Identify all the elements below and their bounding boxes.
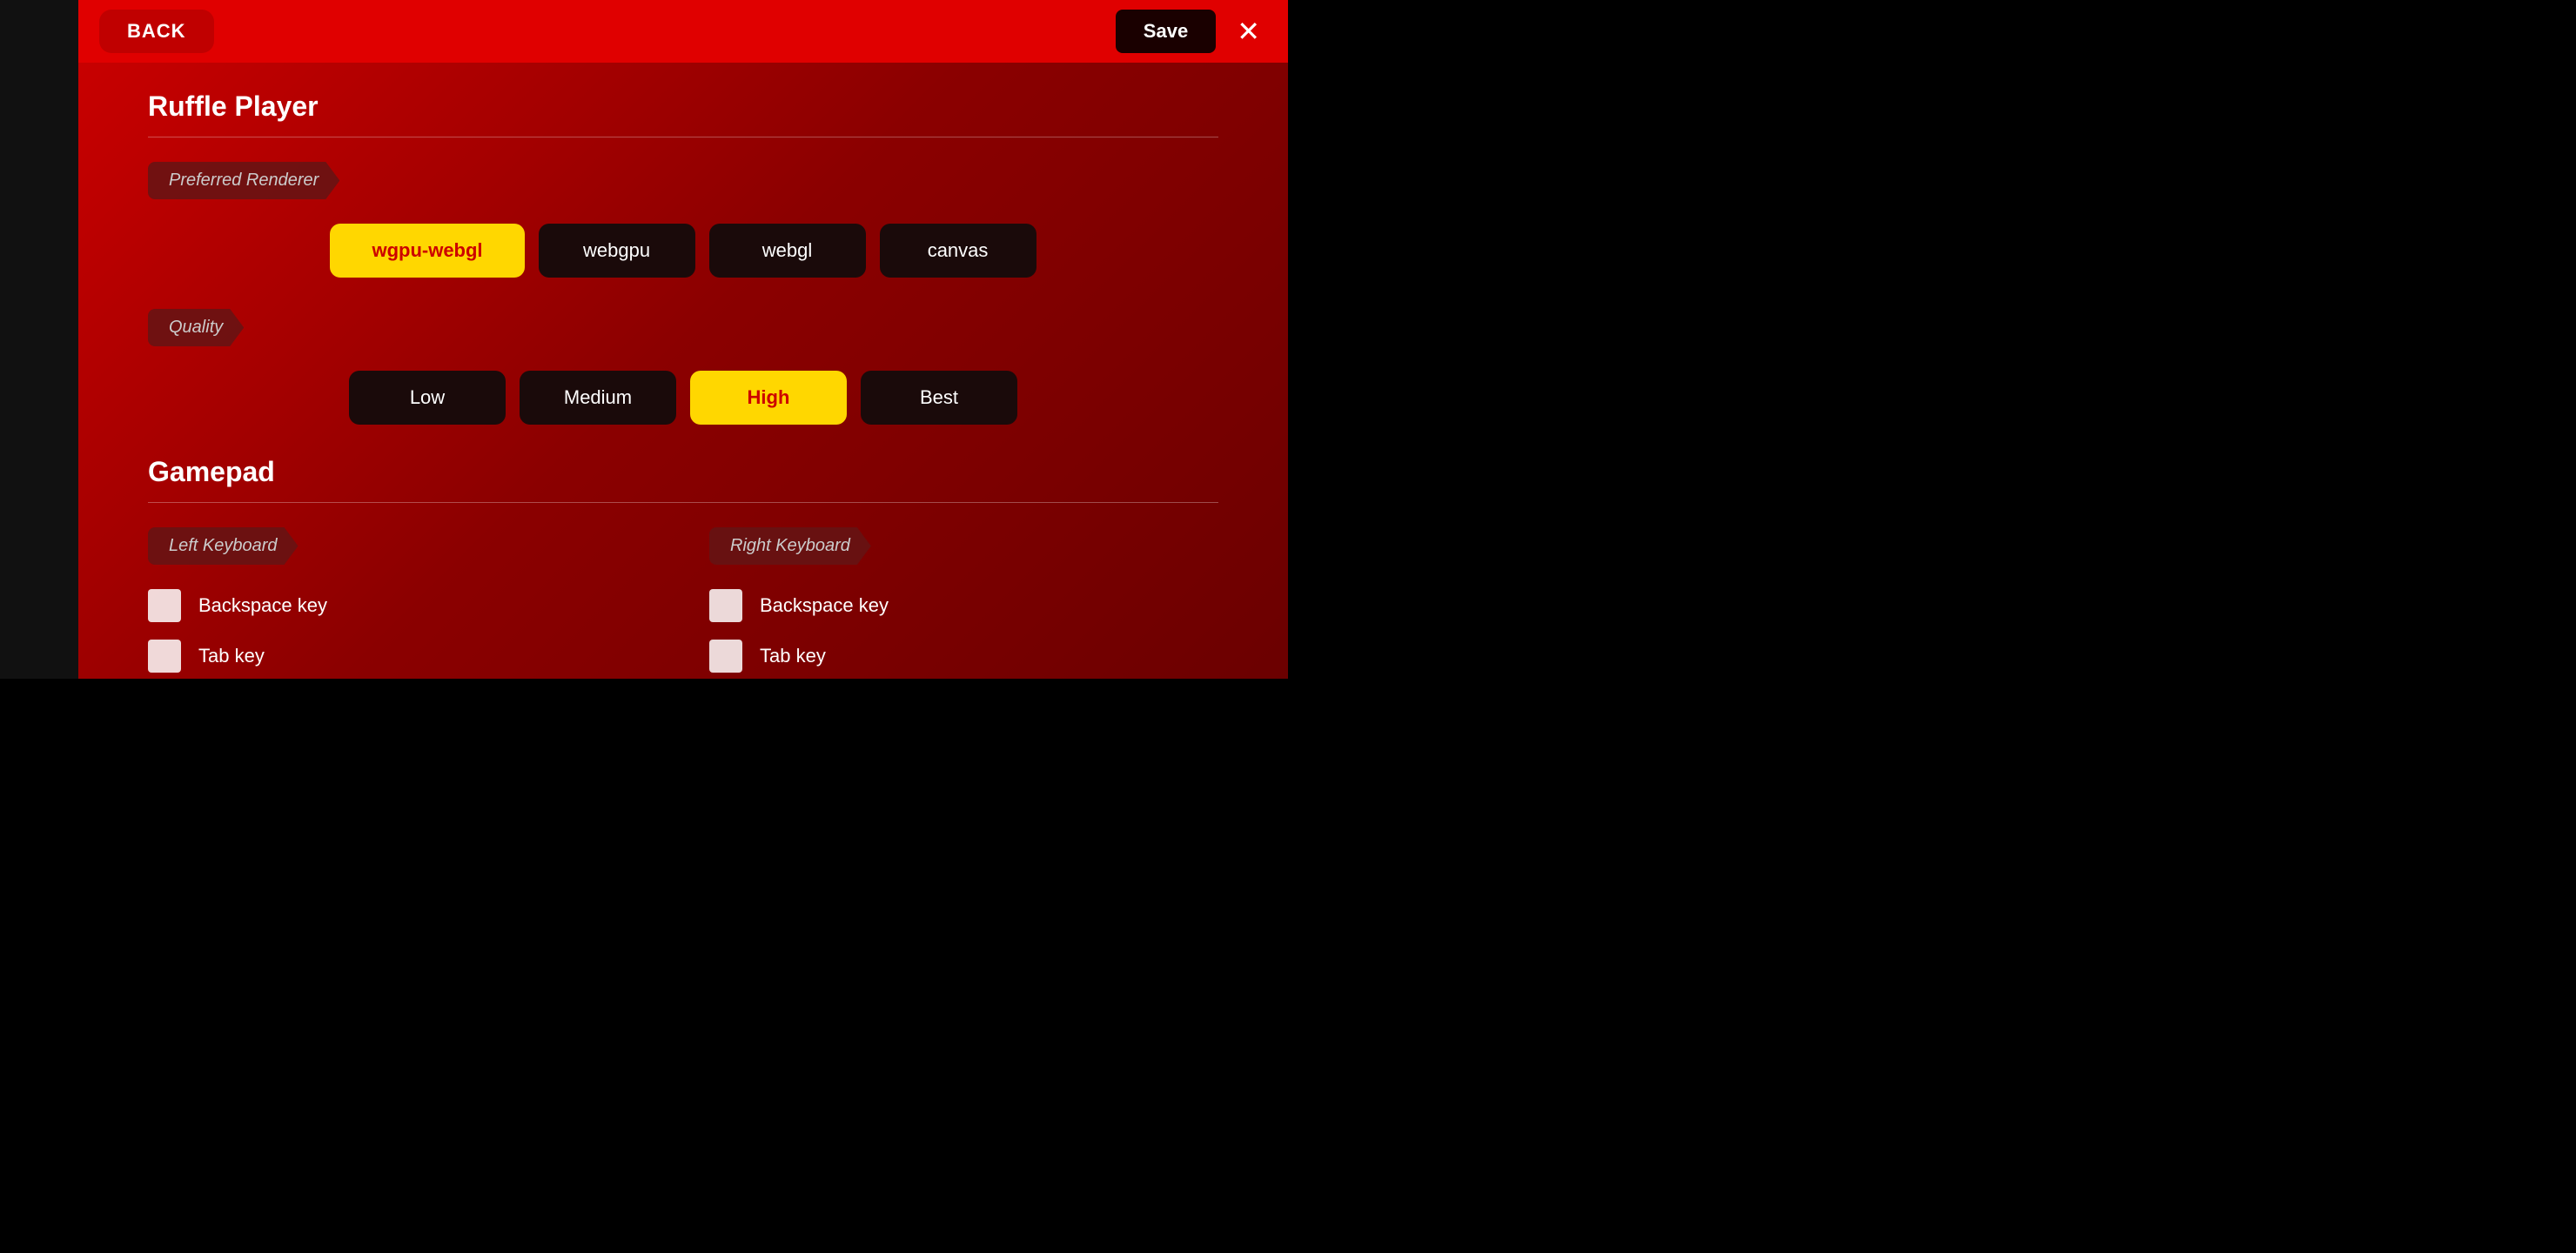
renderer-button-group: wgpu-webgl webgpu webgl canvas <box>148 224 1218 278</box>
sidebar <box>0 0 78 679</box>
right-keyboard-col: Right Keyboard Backspace key Tab key Ent… <box>709 527 1218 679</box>
quality-option-low[interactable]: Low <box>349 371 506 425</box>
close-button[interactable]: ✕ <box>1230 10 1267 52</box>
quality-label: Quality <box>148 309 244 346</box>
left-keyboard-label: Left Keyboard <box>148 527 299 565</box>
gamepad-title: Gamepad <box>148 456 1218 488</box>
right-backspace-label: Backspace key <box>760 594 889 617</box>
renderer-label: Preferred Renderer <box>148 162 339 199</box>
quality-option-medium[interactable]: Medium <box>520 371 676 425</box>
quality-button-group: Low Medium High Best <box>148 371 1218 425</box>
header-actions: Save ✕ <box>1116 10 1267 53</box>
left-backspace-checkbox[interactable] <box>148 589 181 622</box>
renderer-option-webgpu[interactable]: webgpu <box>539 224 695 278</box>
right-backspace-item: Backspace key <box>709 589 1218 622</box>
right-tab-checkbox[interactable] <box>709 640 742 673</box>
quality-option-best[interactable]: Best <box>861 371 1017 425</box>
main-content: BACK Save ✕ Ruffle Player Preferred Rend… <box>78 0 1288 679</box>
left-tab-label: Tab key <box>198 645 265 667</box>
right-tab-label: Tab key <box>760 645 826 667</box>
quality-option-high[interactable]: High <box>690 371 847 425</box>
keyboard-columns: Left Keyboard Backspace key Tab key Ente… <box>148 527 1218 679</box>
renderer-option-canvas[interactable]: canvas <box>880 224 1036 278</box>
ruffle-player-section: Ruffle Player Preferred Renderer wgpu-we… <box>148 90 1218 425</box>
renderer-option-webgl[interactable]: webgl <box>709 224 866 278</box>
ruffle-player-title: Ruffle Player <box>148 90 1218 123</box>
left-backspace-item: Backspace key <box>148 589 657 622</box>
gamepad-divider <box>148 502 1218 503</box>
content-area: Ruffle Player Preferred Renderer wgpu-we… <box>78 63 1288 679</box>
left-backspace-label: Backspace key <box>198 594 327 617</box>
left-tab-item: Tab key <box>148 640 657 673</box>
right-backspace-checkbox[interactable] <box>709 589 742 622</box>
left-keyboard-col: Left Keyboard Backspace key Tab key Ente… <box>148 527 657 679</box>
back-button[interactable]: BACK <box>99 10 214 53</box>
left-tab-checkbox[interactable] <box>148 640 181 673</box>
gamepad-section: Gamepad Left Keyboard Backspace key Tab … <box>148 456 1218 679</box>
renderer-option-wgpu-webgl[interactable]: wgpu-webgl <box>330 224 524 278</box>
right-tab-item: Tab key <box>709 640 1218 673</box>
save-button[interactable]: Save <box>1116 10 1216 53</box>
header: BACK Save ✕ <box>78 0 1288 63</box>
right-keyboard-label: Right Keyboard <box>709 527 871 565</box>
app-container: BACK Save ✕ Ruffle Player Preferred Rend… <box>0 0 1288 679</box>
